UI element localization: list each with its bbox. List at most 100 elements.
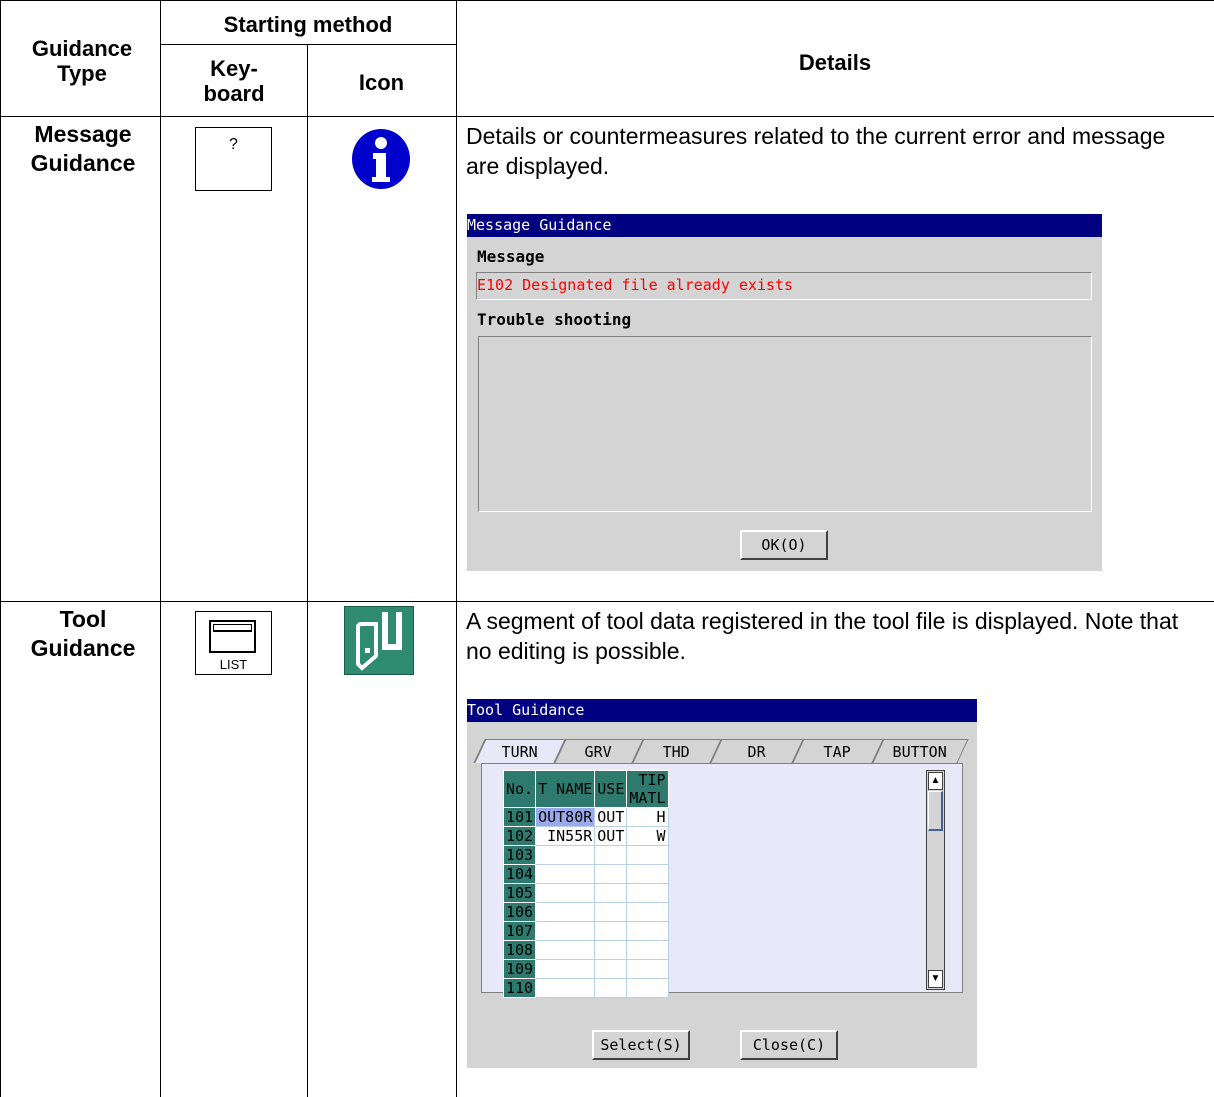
table-cell[interactable]: [594, 883, 628, 903]
tab-label: THD: [662, 743, 691, 761]
table-cell[interactable]: [535, 864, 596, 884]
table-cell[interactable]: [626, 864, 669, 884]
tab-label: GRV: [584, 743, 613, 761]
list-key: LIST: [195, 611, 272, 675]
info-icon: [351, 128, 411, 195]
row-number: 106: [502, 902, 537, 922]
column-header: T NAME: [535, 770, 596, 808]
header-keyboard: Key-board: [203, 56, 265, 106]
help-key-label: ?: [229, 136, 238, 153]
row-number: 102: [502, 826, 537, 846]
column-header: TIP MATL: [626, 770, 669, 808]
help-key: ?: [195, 127, 272, 191]
table-row[interactable]: 106: [502, 902, 669, 922]
table-row[interactable]: 110: [502, 978, 669, 998]
tool-data-table: No. T NAME USE TIP MATL 101 OUT80R OUT H 102 IN55…: [502, 770, 669, 998]
row-number: 104: [502, 864, 537, 884]
table-cell[interactable]: [626, 921, 669, 941]
table-row[interactable]: 103: [502, 845, 669, 865]
tool-guidance-titlebar: Tool Guidance: [467, 699, 977, 722]
table-cell[interactable]: [535, 845, 596, 865]
table-cell[interactable]: [535, 902, 596, 922]
table-cell[interactable]: [594, 864, 628, 884]
table-row[interactable]: 109: [502, 959, 669, 979]
table-cell[interactable]: H: [626, 807, 669, 827]
message-label: Message: [477, 247, 545, 266]
table-cell[interactable]: OUT80R: [535, 807, 596, 827]
table-cell[interactable]: [594, 902, 628, 922]
table-row[interactable]: 107: [502, 921, 669, 941]
table-cell[interactable]: [626, 978, 669, 998]
select-button[interactable]: Select(S): [592, 1030, 690, 1060]
tab-button[interactable]: BUTTON: [871, 739, 969, 763]
tool-tabs: TURN GRV THD DR TAP BUTTON: [473, 739, 969, 764]
message-guidance-window: Message Guidance Message E102 Designated…: [467, 214, 1102, 571]
message-field: E102 Designated file already exists: [476, 272, 1092, 300]
table-cell[interactable]: OUT: [594, 826, 628, 846]
table-cell[interactable]: [535, 883, 596, 903]
table-cell[interactable]: [594, 921, 628, 941]
scroll-down-icon[interactable]: ▼: [928, 970, 943, 988]
table-cell[interactable]: [594, 845, 628, 865]
tab-tap[interactable]: TAP: [791, 739, 883, 763]
table-row[interactable]: 105: [502, 883, 669, 903]
header-icon: Icon: [358, 70, 405, 95]
table-cell[interactable]: W: [626, 826, 669, 846]
col-divider-2: [307, 44, 308, 1097]
guidance-type-tool: Tool Guidance: [30, 606, 136, 661]
table-cell[interactable]: [626, 959, 669, 979]
trouble-shooting-label: Trouble shooting: [477, 310, 632, 329]
tab-dr[interactable]: DR: [709, 739, 803, 763]
table-cell[interactable]: [594, 940, 628, 960]
ok-button[interactable]: OK(O): [740, 530, 828, 560]
row-number: 101: [502, 807, 537, 827]
scroll-up-icon[interactable]: ▲: [928, 772, 943, 790]
tab-label: BUTTON: [892, 743, 948, 761]
table-cell[interactable]: [535, 940, 596, 960]
table-cell[interactable]: [626, 902, 669, 922]
row-number: 110: [502, 978, 537, 998]
col-divider-3: [456, 0, 457, 1097]
table-scrollbar[interactable]: ▲ ▼: [926, 770, 945, 990]
list-key-label: LIST: [219, 657, 248, 672]
table-row[interactable]: 108: [502, 940, 669, 960]
table-row[interactable]: 101 OUT80R OUT H: [502, 807, 669, 827]
row-number: 103: [502, 845, 537, 865]
table-cell[interactable]: IN55R: [535, 826, 596, 846]
table-cell[interactable]: [535, 978, 596, 998]
table-row[interactable]: 102 IN55R OUT W: [502, 826, 669, 846]
tab-thd[interactable]: THD: [631, 739, 721, 763]
table-cell[interactable]: [594, 978, 628, 998]
tab-turn[interactable]: TURN: [473, 739, 565, 763]
scroll-thumb[interactable]: [928, 791, 943, 831]
table-cell[interactable]: [626, 883, 669, 903]
table-left-border: [0, 0, 1, 1097]
message-guidance-titlebar: Message Guidance: [467, 214, 1102, 237]
message-guidance-description: Details or countermeasures related to th…: [466, 123, 1166, 179]
tool-guidance-description: A segment of tool data registered in the…: [466, 608, 1179, 664]
tab-grv[interactable]: GRV: [553, 739, 643, 763]
row-number: 108: [502, 940, 537, 960]
table-cell[interactable]: [626, 940, 669, 960]
header-guidance-type: Guidance Type: [31, 36, 133, 86]
message-value: E102 Designated file already exists: [477, 276, 794, 294]
table-cell[interactable]: OUT: [594, 807, 628, 827]
table-cell[interactable]: [535, 959, 596, 979]
table-row[interactable]: 104: [502, 864, 669, 884]
header-mid-border: [160, 44, 456, 45]
table-cell[interactable]: [535, 921, 596, 941]
table-cell[interactable]: [626, 845, 669, 865]
tool-icon: [343, 605, 415, 680]
window-glyph-icon: [209, 620, 256, 653]
table-header-row: No. T NAME USE TIP MATL: [502, 770, 669, 808]
table-top-border: [0, 0, 1214, 1]
tab-label: DR: [747, 743, 766, 761]
table-cell[interactable]: [594, 959, 628, 979]
header-details: Details: [798, 50, 872, 75]
column-header: USE: [594, 770, 628, 808]
column-header: No.: [502, 770, 537, 808]
trouble-shooting-area: [478, 336, 1092, 512]
header-bottom-border: [0, 116, 1214, 117]
close-button[interactable]: Close(C): [740, 1030, 838, 1060]
row-number: 105: [502, 883, 537, 903]
